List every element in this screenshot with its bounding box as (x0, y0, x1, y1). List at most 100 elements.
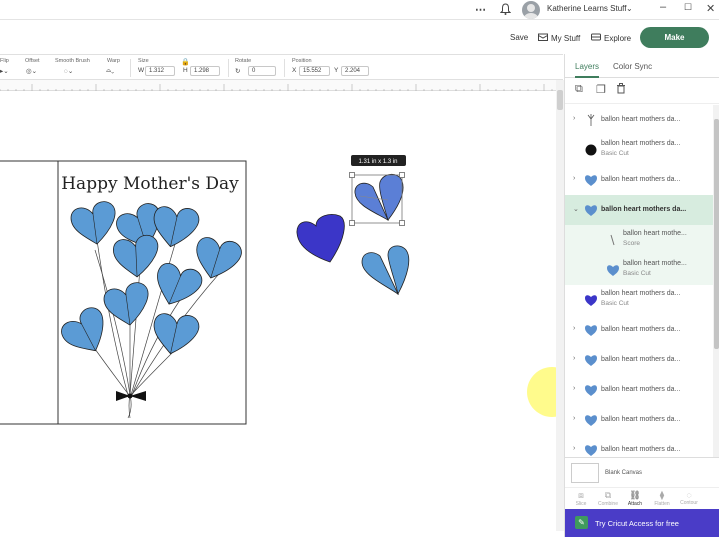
avatar[interactable] (522, 1, 540, 19)
tool-combine-button[interactable]: ⧉ Combine (595, 490, 621, 507)
layer-thumbnail-icon (585, 415, 597, 426)
warp-label: Warp (107, 58, 120, 64)
layer-row[interactable]: ballon heart mothe... Score (565, 225, 713, 255)
more-icon[interactable]: ⋯ (475, 3, 486, 16)
layer-row[interactable]: › ballon heart mothers da... (565, 315, 713, 345)
width-input[interactable]: 1.312 (145, 66, 175, 76)
layer-thumbnail-icon (585, 385, 597, 396)
layer-name: ballon heart mothers da... (601, 140, 681, 147)
chevron-right-icon[interactable]: › (573, 115, 575, 122)
combine-icon: ⧉ (604, 490, 612, 500)
bell-icon[interactable] (499, 3, 512, 18)
layer-thumbnail-icon (585, 175, 597, 186)
y-position-input[interactable]: 2.204 (341, 66, 369, 76)
flatten-icon: ⧫ (659, 490, 665, 500)
layer-name: ballon heart mothers da... (601, 446, 681, 453)
layer-name: ballon heart mothers da... (601, 416, 681, 423)
layer-row[interactable]: ballon heart mothers da... Basic Cut (565, 135, 713, 165)
tab-layers[interactable]: Layers (575, 62, 600, 78)
horizontal-ruler (0, 80, 556, 93)
chevron-down-icon[interactable]: ⌄ (626, 4, 633, 13)
purple-heart[interactable] (296, 214, 345, 263)
layers-scrollbar[interactable] (713, 105, 719, 457)
layer-row[interactable]: › ballon heart mothers da... (565, 405, 713, 435)
flip-icon[interactable]: ▸⌄ (0, 67, 9, 75)
tool-contour-button[interactable]: ◌ Contour (676, 490, 702, 506)
layer-thumbnail-icon (585, 144, 597, 156)
layers-panel: Layers Color Sync ⧉ ❐ › ballon heart moth… (564, 54, 719, 537)
card-design[interactable] (0, 160, 247, 425)
user-name[interactable]: Katherine Learns Stuff (547, 4, 626, 13)
offset-icon[interactable]: ◎⌄ (26, 67, 37, 75)
layer-thumbnail-icon (585, 295, 597, 306)
chevron-right-icon[interactable]: › (573, 415, 575, 422)
chevron-right-icon[interactable]: › (573, 355, 575, 362)
layer-row[interactable]: › ballon heart mothers da... (565, 165, 713, 195)
layer-operation: Basic Cut (623, 270, 651, 277)
flip-label: Flip (0, 58, 9, 64)
cricut-access-icon: ✎ (575, 516, 588, 529)
duplicate-icon[interactable]: ❐ (596, 83, 606, 96)
my-stuff-button[interactable]: My Stuff (538, 33, 580, 43)
layer-row[interactable]: › ballon heart mothers da... (565, 345, 713, 375)
layer-row[interactable]: ⌄ ballon heart mothers da... (565, 195, 713, 225)
title-bar: ⋯ Katherine Learns Stuff ⌄ – ☐ ✕ (0, 0, 719, 20)
x-position-input[interactable]: 15.552 (299, 66, 330, 76)
tab-color-sync[interactable]: Color Sync (613, 62, 652, 71)
trash-icon[interactable] (616, 83, 626, 97)
close-icon[interactable]: ✕ (706, 2, 715, 15)
layer-row[interactable]: › ballon heart mothers da... (565, 105, 713, 135)
tool-label: Contour (680, 500, 698, 506)
canvas-scrollbar-thumb[interactable] (557, 90, 563, 110)
layer-thumbnail-icon (585, 205, 597, 216)
position-label: Position (292, 58, 312, 64)
layer-row[interactable]: ballon heart mothe... Basic Cut (565, 255, 713, 285)
explore-label: Explore (604, 33, 632, 43)
layer-row[interactable]: › ballon heart mothers da... (565, 435, 713, 457)
canvas-scrollbar[interactable] (556, 80, 564, 531)
make-button[interactable]: Make (640, 27, 709, 48)
chevron-right-icon[interactable]: › (573, 445, 575, 452)
size-label: Size (138, 58, 149, 64)
access-banner-text: Try Cricut Access for free (595, 519, 679, 528)
my-stuff-label: My Stuff (551, 33, 581, 43)
blue-heart[interactable] (361, 245, 410, 296)
maximize-icon[interactable]: ☐ (684, 2, 692, 13)
chevron-right-icon[interactable]: › (573, 175, 575, 182)
access-banner[interactable]: ✎ Try Cricut Access for free (565, 509, 719, 537)
blank-canvas-row[interactable]: Blank Canvas (565, 457, 719, 487)
chevron-down-icon[interactable]: ⌄ (573, 205, 579, 213)
chevron-right-icon[interactable]: › (573, 385, 575, 392)
layer-thumbnail-icon (610, 234, 615, 246)
chevron-right-icon[interactable]: › (573, 325, 575, 332)
y-prefix: Y (334, 67, 339, 74)
height-input[interactable]: 1.298 (190, 66, 220, 76)
layer-row[interactable]: › ballon heart mothers da... (565, 375, 713, 405)
selected-heart[interactable] (354, 173, 404, 221)
layer-name: ballon heart mothe... (623, 260, 687, 267)
layer-name: ballon heart mothers da... (601, 290, 681, 297)
group-icon[interactable]: ⧉ (575, 83, 583, 96)
contour-icon: ◌ (686, 490, 692, 500)
layers-scrollbar-thumb[interactable] (714, 119, 719, 349)
rotate-input[interactable]: 0 (248, 66, 276, 76)
save-button[interactable]: Save (510, 33, 528, 42)
warp-icon[interactable]: ⌓⌄ (106, 67, 114, 75)
smooth-brush-icon[interactable]: ◌⌄ (64, 67, 73, 75)
explore-button[interactable]: Explore (591, 33, 631, 43)
tool-attach-button[interactable]: ⛓ Attach (622, 490, 648, 507)
design-canvas[interactable]: Happy Mother's Day 1.31 in x 1.3 in (0, 91, 556, 531)
blank-canvas-label: Blank Canvas (605, 470, 643, 476)
tool-label: Attach (627, 501, 643, 507)
minimize-icon[interactable]: – (660, 1, 666, 13)
layer-thumbnail-icon (585, 445, 597, 456)
tool-slice-button[interactable]: ⧈ Slice (568, 490, 594, 507)
slice-icon: ⧈ (578, 490, 584, 500)
lock-icon[interactable]: 🔒 (181, 58, 190, 66)
layer-name: ballon heart mothers da... (601, 386, 681, 393)
layer-name: ballon heart mothers da... (601, 116, 681, 123)
layer-row[interactable]: ballon heart mothers da... Basic Cut (565, 285, 713, 315)
rotate-icon[interactable]: ↻ (235, 67, 240, 75)
tool-flatten-button[interactable]: ⧫ Flatten (649, 490, 675, 507)
layer-thumbnail-icon (607, 265, 619, 276)
